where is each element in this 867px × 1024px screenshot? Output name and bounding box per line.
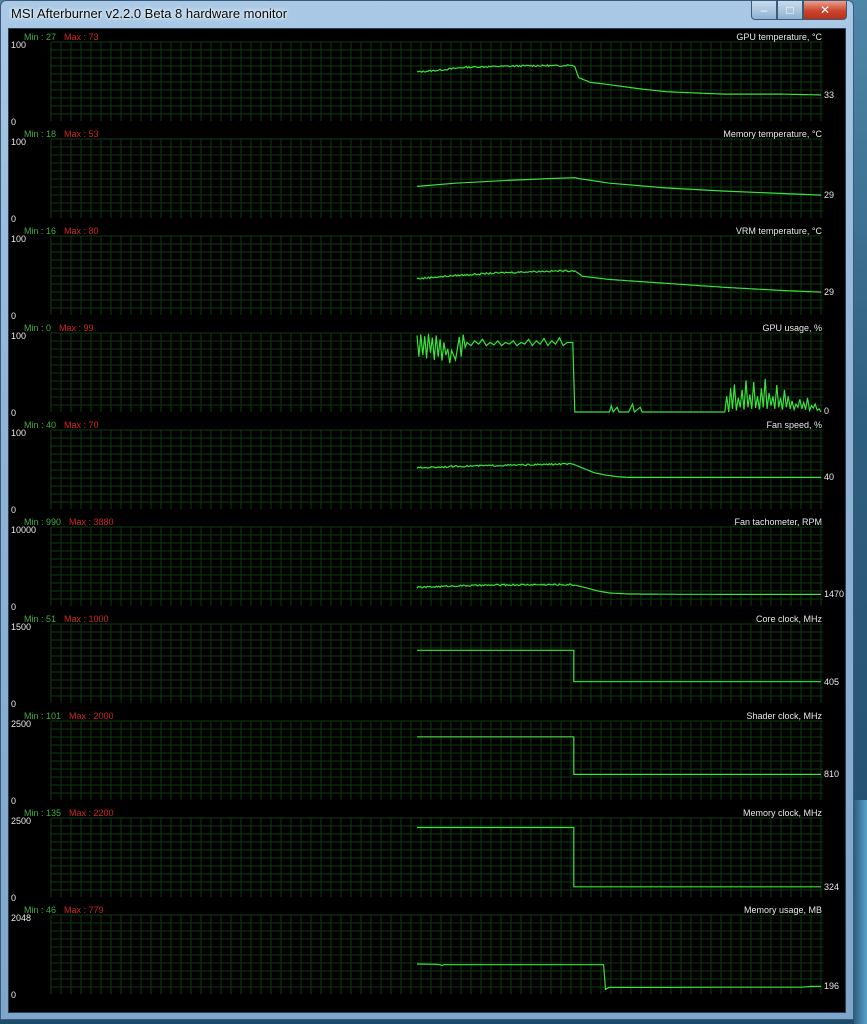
max-value-label: Max : 3880 — [69, 517, 114, 527]
y-axis-max-label: 10000 — [11, 525, 37, 535]
max-value-label: Max : 99 — [59, 323, 94, 333]
graph-series-line — [417, 649, 821, 683]
max-value-label: Max : 2000 — [69, 711, 114, 721]
graph-grid — [50, 429, 823, 509]
y-axis-min-label: 0 — [11, 602, 17, 612]
graph-grid — [50, 817, 823, 897]
window-titlebar[interactable]: MSI Afterburner v2.2.0 Beta 8 hardware m… — [1, 1, 853, 27]
graph-panel[interactable]: Min : 27 Max : 73 GPU temperature, °C 100 0 3… — [9, 30, 845, 127]
current-value-label: 810 — [824, 769, 840, 780]
graph-canvas — [50, 332, 823, 414]
max-value-label: Max : 1000 — [64, 614, 109, 624]
graph-canvas — [50, 235, 823, 315]
close-button[interactable]: ✕ — [803, 1, 847, 20]
y-axis-max-label: 1500 — [11, 622, 32, 632]
graph-canvas — [50, 41, 823, 121]
current-value-label: 40 — [824, 472, 835, 483]
window-title: MSI Afterburner v2.2.0 Beta 8 hardware m… — [11, 6, 288, 21]
y-axis-min-label: 0 — [11, 796, 17, 806]
current-value-label: 0 — [824, 406, 830, 416]
graph-panel[interactable]: Min : 40 Max : 70 Fan speed, % 100 0 40 — [9, 418, 845, 515]
current-value-label: 324 — [824, 881, 840, 892]
current-value-label: 33 — [824, 89, 835, 100]
caption-buttons: – □ ✕ — [751, 1, 847, 21]
graph-grid — [50, 138, 823, 218]
y-axis-max-label: 2500 — [11, 719, 32, 729]
current-value-label: 29 — [824, 287, 835, 298]
graph-title: GPU temperature, °C — [736, 32, 822, 42]
graph-title: Fan tachometer, RPM — [734, 517, 822, 527]
graph-grid — [50, 41, 823, 121]
graph-panel[interactable]: Min : 101 Max : 2000 Shader clock, MHz 2500… — [9, 709, 845, 806]
max-value-label: Max : 2200 — [69, 808, 114, 818]
graph-canvas — [50, 720, 823, 800]
graph-title: Memory usage, MB — [743, 905, 822, 915]
maximize-icon: □ — [786, 3, 794, 17]
graph-title: VRM temperature, °C — [735, 226, 822, 236]
graph-canvas — [50, 429, 823, 509]
y-axis-max-label: 100 — [11, 137, 27, 147]
graph-canvas — [50, 623, 823, 703]
y-axis-min-label: 0 — [11, 117, 17, 127]
graph-title: Core clock, MHz — [755, 614, 822, 624]
graph-canvas — [50, 817, 823, 897]
monitor-graphs-area[interactable]: Min : 27 Max : 73 GPU temperature, °C 100 0 3… — [8, 28, 846, 1013]
graph-series-line — [416, 583, 821, 596]
maximize-button[interactable]: □ — [777, 1, 803, 20]
graph-panel[interactable]: Min : 46 Max : 779 Memory usage, MB 2048 0 19… — [9, 903, 845, 1000]
y-axis-max-label: 100 — [11, 234, 27, 244]
current-value-label: 405 — [824, 676, 840, 687]
y-axis-min-label: 0 — [11, 990, 17, 1000]
desktop-edge — [854, 800, 867, 1024]
max-value-label: Max : 70 — [64, 420, 99, 430]
graph-title: Memory temperature, °C — [723, 129, 822, 139]
max-value-label: Max : 80 — [64, 226, 99, 236]
graph-canvas — [50, 526, 823, 606]
graph-title: Shader clock, MHz — [746, 711, 822, 721]
graph-grid — [50, 720, 823, 800]
graph-grid — [50, 914, 823, 994]
graph-series-line — [417, 826, 821, 888]
graph-grid — [50, 235, 823, 315]
graph-title: GPU usage, % — [762, 323, 822, 333]
y-axis-min-label: 0 — [11, 311, 17, 321]
y-axis-min-label: 0 — [11, 214, 17, 224]
max-value-label: Max : 73 — [64, 32, 99, 42]
close-icon: ✕ — [819, 3, 831, 17]
graph-grid — [50, 623, 823, 703]
current-value-label: 1470 — [824, 589, 845, 600]
graph-series-line — [416, 963, 821, 991]
current-value-label: 196 — [824, 981, 840, 992]
graph-panel[interactable]: Min : 18 Max : 53 Memory temperature, °C 10… — [9, 127, 845, 224]
minimize-button[interactable]: – — [751, 1, 777, 20]
graph-panel[interactable]: Min : 16 Max : 80 VRM temperature, °C 100 0 2… — [9, 224, 845, 321]
graph-panel[interactable]: Min : 990 Max : 3880 Fan tachometer, RPM 10… — [9, 515, 845, 612]
y-axis-max-label: 100 — [11, 428, 27, 438]
y-axis-min-label: 0 — [11, 699, 17, 709]
graph-title: Fan speed, % — [766, 420, 822, 430]
hardware-monitor-window: MSI Afterburner v2.2.0 Beta 8 hardware m… — [0, 0, 854, 1020]
graph-series-line — [416, 177, 822, 196]
graph-canvas — [50, 138, 823, 218]
minimize-icon: – — [760, 3, 768, 17]
graph-panel[interactable]: Min : 135 Max : 2200 Memory clock, MHz 2500… — [9, 806, 845, 903]
max-value-label: Max : 53 — [64, 129, 99, 139]
y-axis-max-label: 2048 — [11, 913, 32, 923]
y-axis-min-label: 0 — [11, 893, 17, 903]
graph-panel[interactable]: Min : 0 Max : 99 GPU usage, % 100 0 0 — [9, 321, 845, 418]
y-axis-max-label: 100 — [11, 40, 27, 50]
y-axis-max-label: 2500 — [11, 816, 32, 826]
y-axis-min-label: 0 — [11, 408, 17, 418]
max-value-label: Max : 779 — [64, 905, 104, 915]
y-axis-min-label: 0 — [11, 505, 17, 515]
graph-canvas — [50, 914, 823, 994]
graph-title: Memory clock, MHz — [742, 808, 822, 818]
y-axis-max-label: 100 — [11, 331, 27, 341]
graph-series-line — [416, 269, 822, 293]
current-value-label: 29 — [824, 190, 835, 201]
graph-panel[interactable]: Min : 51 Max : 1000 Core clock, MHz 1500 0 40… — [9, 612, 845, 709]
